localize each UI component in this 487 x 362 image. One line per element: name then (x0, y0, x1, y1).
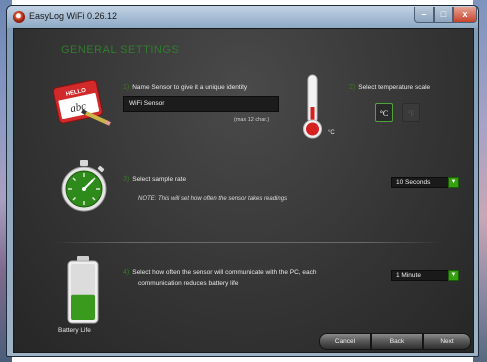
sample-rate-select[interactable]: 10 Seconds ▼ (391, 177, 459, 188)
celsius-button[interactable]: °C (375, 103, 393, 122)
step-name-label: 1) Name Sensor to give it a unique identi… (123, 84, 247, 91)
step-comm-label-line2: communication reduces battery life (138, 280, 239, 287)
stopwatch-icon (61, 160, 107, 212)
sensor-name-input[interactable]: WiFi Sensor (123, 96, 279, 112)
fahrenheit-button[interactable]: °F (402, 103, 420, 122)
step-comm-label: 4) Select how often the sensor will commu… (123, 269, 317, 276)
step-number: 1) (123, 84, 130, 91)
communication-interval-select[interactable]: 1 Minute ▼ (391, 270, 459, 281)
step-number: 3) (123, 176, 130, 183)
step-label-text: Select sample rate (132, 176, 187, 183)
step-label-text: Select how often the sensor will communi… (132, 269, 317, 276)
sample-rate-note: NOTE: This will set how often the sensor… (138, 196, 288, 202)
page-title: GENERAL SETTINGS (61, 44, 180, 56)
close-button[interactable]: x (453, 7, 477, 23)
maximize-button[interactable]: □ (434, 7, 453, 23)
next-button[interactable]: Next (423, 333, 471, 350)
chevron-down-icon[interactable]: ▼ (448, 177, 459, 188)
settings-panel: GENERAL SETTINGS HELLO abc 1) Name Sensor… (13, 28, 474, 353)
app-window: EasyLog WiFi 0.26.12 – □ x GENERAL SETTI… (6, 5, 479, 357)
back-button[interactable]: Back (371, 333, 423, 350)
section-divider (52, 242, 442, 243)
step-number: 2) (349, 84, 356, 91)
chevron-down-icon[interactable]: ▼ (448, 270, 459, 281)
title-bar[interactable]: EasyLog WiFi 0.26.12 – □ x (7, 6, 478, 28)
window-title: EasyLog WiFi 0.26.12 (29, 11, 118, 21)
step-scale-label: 2) Select temperature scale (349, 84, 430, 91)
communication-interval-value: 1 Minute (396, 272, 421, 279)
minimize-button[interactable]: – (414, 7, 434, 23)
name-tag-icon: HELLO abc (52, 79, 111, 126)
step-rate-label: 3) Select sample rate (123, 176, 186, 183)
thermometer-unit-label: °C (328, 130, 335, 136)
sample-rate-value: 10 Seconds (396, 179, 431, 186)
app-logo-icon (13, 11, 25, 23)
step-label-text: Select temperature scale (358, 84, 431, 91)
thermometer-icon (303, 74, 322, 139)
cancel-button[interactable]: Cancel (319, 333, 371, 350)
max-char-hint: (max 12 char.) (234, 117, 270, 123)
step-label-text: Name Sensor to give it a unique identity (132, 84, 248, 91)
battery-life-label: Battery Life (58, 327, 91, 334)
battery-icon (67, 256, 99, 324)
step-number: 4) (123, 269, 130, 276)
